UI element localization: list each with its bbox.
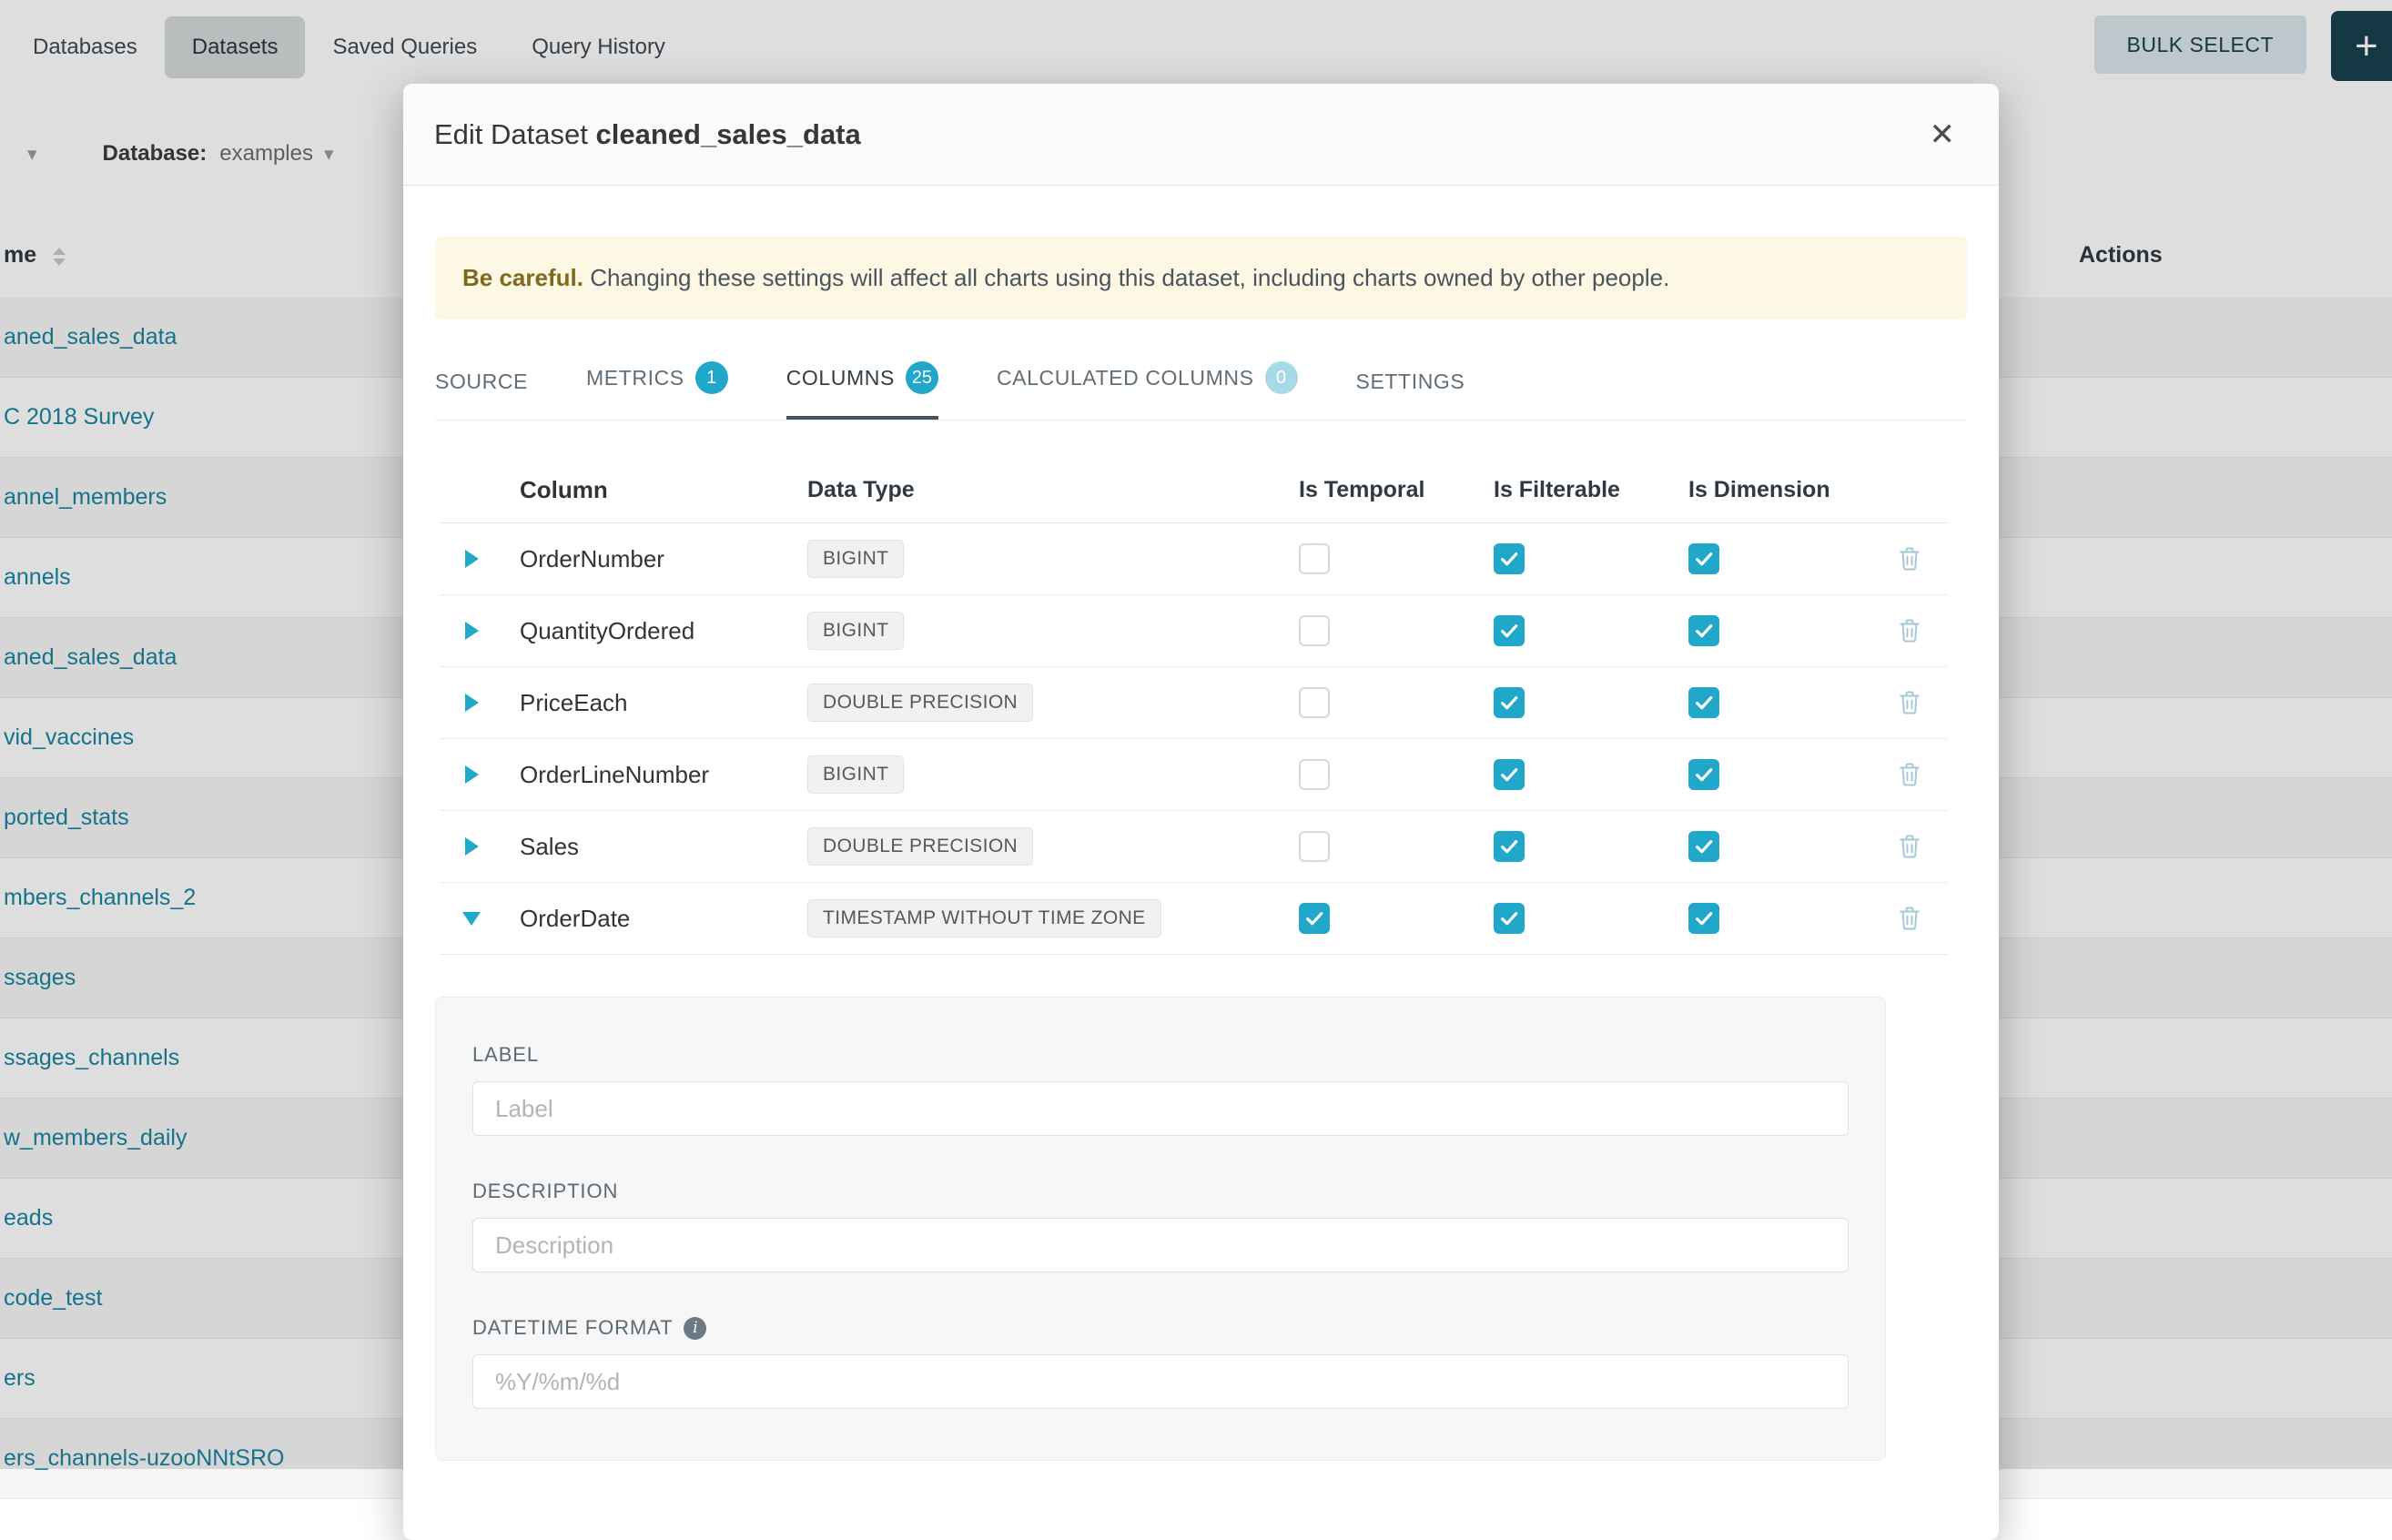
data-type-header: Data Type — [804, 477, 1286, 503]
data-type-badge: BIGINT — [807, 540, 904, 578]
tab-count-badge: 1 — [695, 361, 728, 394]
tab-label: COLUMNS — [786, 366, 895, 390]
is-temporal-checkbox[interactable] — [1299, 543, 1330, 574]
tab-settings[interactable]: SETTINGS — [1356, 353, 1465, 420]
is-dimension-checkbox[interactable] — [1688, 543, 1719, 574]
is-dimension-checkbox[interactable] — [1688, 831, 1719, 862]
column-name: PriceEach — [503, 689, 804, 717]
datetime-format-input[interactable] — [472, 1354, 1849, 1409]
warning-text: Changing these settings will affect all … — [590, 264, 1669, 291]
tab-calculated-columns[interactable]: CALCULATED COLUMNS 0 — [997, 345, 1298, 420]
delete-column-icon[interactable] — [1897, 617, 1922, 644]
description-form-group: DESCRIPTION — [472, 1180, 1849, 1272]
column-detail-panel: LABEL DESCRIPTION DATETIME FORMAT i — [435, 997, 1886, 1461]
data-type-badge: TIMESTAMP WITHOUT TIME ZONE — [807, 899, 1161, 937]
edit-dataset-modal: Edit Dataset cleaned_sales_data ✕ Be car… — [403, 84, 1999, 1540]
column-row: OrderDateTIMESTAMP WITHOUT TIME ZONE — [440, 883, 1948, 955]
is-temporal-header: Is Temporal — [1286, 477, 1481, 503]
modal-title-dataset-name: cleaned_sales_data — [596, 118, 861, 150]
data-type-badge: BIGINT — [807, 755, 904, 794]
expand-caret-icon[interactable] — [465, 622, 479, 640]
expand-caret-icon[interactable] — [465, 694, 479, 712]
is-temporal-checkbox[interactable] — [1299, 831, 1330, 862]
is-filterable-checkbox[interactable] — [1494, 831, 1525, 862]
delete-column-icon[interactable] — [1897, 689, 1922, 716]
modal-title-prefix: Edit Dataset — [434, 118, 588, 150]
data-type-badge: DOUBLE PRECISION — [807, 827, 1033, 866]
column-name: OrderDate — [503, 905, 804, 933]
is-filterable-header: Is Filterable — [1481, 477, 1676, 503]
column-header: Column — [503, 476, 804, 504]
is-dimension-checkbox[interactable] — [1688, 687, 1719, 718]
modal-header: Edit Dataset cleaned_sales_data ✕ — [403, 84, 1999, 186]
description-field-label: DESCRIPTION — [472, 1180, 1849, 1203]
column-name: OrderLineNumber — [503, 761, 804, 789]
columns-table: Column Data Type Is Temporal Is Filterab… — [440, 457, 1948, 955]
info-icon[interactable]: i — [684, 1317, 706, 1340]
expand-caret-icon[interactable] — [465, 765, 479, 784]
close-icon[interactable]: ✕ — [1926, 116, 1960, 154]
expand-caret-icon[interactable] — [465, 837, 479, 856]
warning-banner: Be careful. Changing these settings will… — [435, 237, 1967, 319]
is-temporal-checkbox[interactable] — [1299, 903, 1330, 934]
label-field-label: LABEL — [472, 1043, 1849, 1067]
expand-caret-icon[interactable] — [465, 550, 479, 568]
column-name: QuantityOrdered — [503, 617, 804, 645]
modal-title: Edit Dataset cleaned_sales_data — [434, 118, 861, 151]
is-filterable-checkbox[interactable] — [1494, 615, 1525, 646]
column-row: OrderNumberBIGINT — [440, 523, 1948, 595]
collapse-caret-icon[interactable] — [462, 912, 481, 926]
tab-label: SOURCE — [435, 370, 528, 394]
column-row: OrderLineNumberBIGINT — [440, 739, 1948, 811]
datetime-format-form-group: DATETIME FORMAT i — [472, 1316, 1849, 1409]
delete-column-icon[interactable] — [1897, 761, 1922, 788]
label-input[interactable] — [472, 1081, 1849, 1136]
warning-bold-text: Be careful. — [462, 264, 583, 291]
column-row: QuantityOrderedBIGINT — [440, 595, 1948, 667]
tab-label: CALCULATED COLUMNS — [997, 366, 1254, 390]
tab-source[interactable]: SOURCE — [435, 353, 528, 420]
data-type-badge: BIGINT — [807, 612, 904, 650]
is-dimension-checkbox[interactable] — [1688, 903, 1719, 934]
column-name: OrderNumber — [503, 545, 804, 573]
delete-column-icon[interactable] — [1897, 833, 1922, 860]
is-dimension-checkbox[interactable] — [1688, 615, 1719, 646]
tab-count-badge: 25 — [906, 361, 938, 394]
delete-column-icon[interactable] — [1897, 545, 1922, 572]
tab-label: METRICS — [586, 366, 684, 390]
data-type-badge: DOUBLE PRECISION — [807, 684, 1033, 722]
columns-table-body: OrderNumberBIGINTQuantityOrderedBIGINTPr… — [440, 523, 1948, 955]
tab-metrics[interactable]: METRICS 1 — [586, 345, 728, 420]
modal-tabs: SOURCE METRICS 1 COLUMNS 25 CALCULATED COLUMN… — [435, 345, 1967, 420]
columns-table-header: Column Data Type Is Temporal Is Filterab… — [440, 457, 1948, 523]
column-name: Sales — [503, 833, 804, 861]
is-filterable-checkbox[interactable] — [1494, 687, 1525, 718]
is-dimension-checkbox[interactable] — [1688, 759, 1719, 790]
is-filterable-checkbox[interactable] — [1494, 759, 1525, 790]
is-dimension-header: Is Dimension — [1676, 477, 1870, 503]
tab-columns[interactable]: COLUMNS 25 — [786, 345, 938, 420]
is-temporal-checkbox[interactable] — [1299, 687, 1330, 718]
datetime-format-field-label: DATETIME FORMAT — [472, 1316, 673, 1340]
tab-label: SETTINGS — [1356, 370, 1465, 394]
tab-count-badge: 0 — [1265, 361, 1298, 394]
column-row: PriceEachDOUBLE PRECISION — [440, 667, 1948, 739]
is-temporal-checkbox[interactable] — [1299, 615, 1330, 646]
label-form-group: LABEL — [472, 1043, 1849, 1136]
is-filterable-checkbox[interactable] — [1494, 543, 1525, 574]
is-filterable-checkbox[interactable] — [1494, 903, 1525, 934]
delete-column-icon[interactable] — [1897, 905, 1922, 932]
column-row: SalesDOUBLE PRECISION — [440, 811, 1948, 883]
description-input[interactable] — [472, 1218, 1849, 1272]
is-temporal-checkbox[interactable] — [1299, 759, 1330, 790]
